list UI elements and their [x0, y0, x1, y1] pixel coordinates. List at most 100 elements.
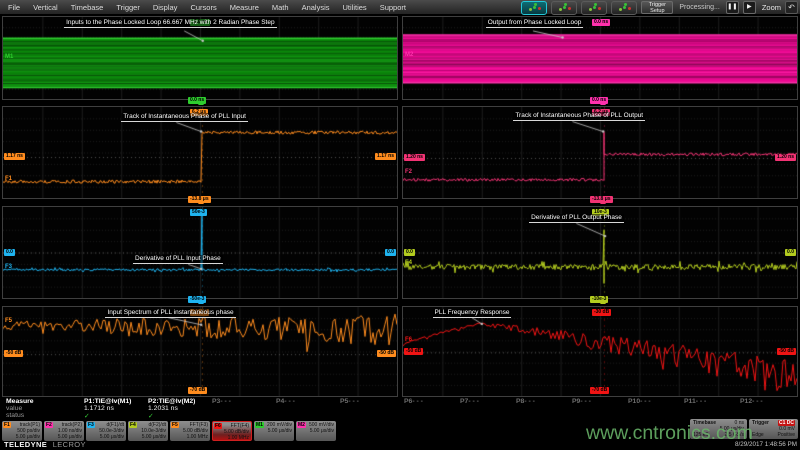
- measure-status-p3: [206, 412, 270, 419]
- measure-col-p9[interactable]: P9- - -: [566, 398, 622, 405]
- measure-col-p5[interactable]: P5- - -: [334, 398, 398, 405]
- waveform-pll-input-signal: [3, 17, 397, 99]
- scope-tools-button-4[interactable]: [611, 1, 637, 15]
- descriptor-hscale-f6: 1.00 MHz: [215, 435, 249, 441]
- scope-tools-button-2[interactable]: [551, 1, 577, 15]
- annotation-pll-input-phase-track: Track of Instantaneous Phase of PLL Inpu…: [121, 113, 248, 122]
- measure-value-p8: [510, 405, 566, 412]
- dots-icon: [533, 6, 536, 9]
- menu-item-support[interactable]: Support: [380, 3, 406, 12]
- descriptor-box-m1[interactable]: M1200 mV/div5.00 μs/div: [254, 421, 294, 441]
- measure-col-p3[interactable]: P3- - -: [206, 398, 270, 405]
- brand-logo: TELEDYNE LECROY: [4, 440, 86, 449]
- measure-status-p2: ✓: [142, 412, 206, 419]
- dots-icon: [623, 6, 626, 9]
- measure-status-p12: [734, 412, 790, 419]
- trace-label-m1: M1: [5, 54, 13, 60]
- processing-status: Processing...: [679, 4, 719, 11]
- annotation-pll-frequency-response: PLL Frequency Response: [433, 309, 512, 318]
- trigger-summary-box[interactable]: Trigger C1 DC 0.0 mV Edge Positive: [749, 419, 798, 439]
- cursor-readout-left: -50 dB: [404, 348, 423, 355]
- cursor-readout-left: 1.20 ns: [404, 154, 425, 161]
- measure-col-p4[interactable]: P4- - -: [270, 398, 334, 405]
- descriptor-hscale-f3: 5.00 μs/div: [88, 434, 124, 440]
- measure-status-p8: [510, 412, 566, 419]
- descriptor-box-f1[interactable]: F1track(P1)500 ps/div5.00 μs/div: [2, 421, 42, 441]
- scope-tools-button-3[interactable]: [581, 1, 607, 15]
- pause-button[interactable]: ❚❚: [726, 1, 739, 14]
- zoom-label: Zoom: [762, 3, 781, 12]
- undo-zoom-button[interactable]: ↶: [785, 1, 798, 14]
- brand-lecroy: LECROY: [53, 440, 86, 449]
- panel-pll-frequency-response[interactable]: PLL Frequency Response-30 dB-70 dB-50 dB…: [402, 306, 798, 397]
- cursor-readout-right: -50 dB: [777, 348, 796, 355]
- menu-item-display[interactable]: Display: [153, 3, 178, 12]
- measure-col-p11[interactable]: P11- - -: [678, 398, 734, 405]
- panel-pll-output-phase-derivative[interactable]: Derivative of PLL Output Phase10e-3-10e-…: [402, 206, 798, 299]
- trigger-position-icon: [198, 200, 204, 204]
- measure-value-p5: [334, 405, 398, 412]
- measure-title[interactable]: Measure: [0, 398, 78, 405]
- measure-col-p12[interactable]: P12- - -: [734, 398, 790, 405]
- measure-status-p5: [334, 412, 398, 419]
- cursor-readout-bottom: -70 dB: [188, 387, 207, 394]
- measure-col-p2[interactable]: P2:TIE@lv(M2): [142, 398, 206, 405]
- menu-item-timebase[interactable]: Timebase: [71, 3, 104, 12]
- trigger-setup-button[interactable]: Trigger Setup: [641, 1, 673, 14]
- measure-value-p11: [678, 405, 734, 412]
- menu-item-file[interactable]: File: [8, 3, 20, 12]
- menu-item-vertical[interactable]: Vertical: [33, 3, 58, 12]
- trigger-position-icon: [600, 300, 606, 304]
- measure-status-p9: [566, 412, 622, 419]
- measure-col-p6[interactable]: P6- - -: [398, 398, 454, 405]
- measure-value-p4: [270, 405, 334, 412]
- cursor-readout-top: 50e-3: [190, 209, 207, 216]
- menu-item-analysis[interactable]: Analysis: [302, 3, 330, 12]
- panel-pll-input-phase-spectrum[interactable]: Input Spectrum of PLL instantaneous phas…: [2, 306, 398, 397]
- measure-col-p8[interactable]: P8- - -: [510, 398, 566, 405]
- panel-pll-output-signal[interactable]: Output from Phase Locked Loop0.0 ns0.0 n…: [402, 16, 798, 100]
- trace-label-f3: F3: [5, 264, 12, 270]
- menu-item-trigger[interactable]: Trigger: [116, 3, 139, 12]
- descriptor-tab-f3: F3: [87, 422, 95, 428]
- menu-item-cursors[interactable]: Cursors: [190, 3, 216, 12]
- descriptor-box-m2[interactable]: M2500 mV/div5.00 μs/div: [296, 421, 336, 441]
- annotation-pll-output-phase-track: Track of Instantaneous Phase of PLL Outp…: [513, 112, 645, 121]
- cursor-readout-left: -50 dB: [4, 350, 23, 357]
- annotation-pll-output-phase-derivative: Derivative of PLL Output Phase: [529, 214, 624, 223]
- cursor-readout-right: 0.0: [785, 249, 796, 256]
- scope-tools-button-1[interactable]: [521, 1, 547, 15]
- panel-pll-output-phase-track[interactable]: Track of Instantaneous Phase of PLL Outp…: [402, 106, 798, 199]
- descriptor-tab-f5: F5: [171, 422, 179, 428]
- annotation-pll-input-signal: Inputs to the Phase Locked Loop 66.667 M…: [64, 19, 277, 28]
- play-button[interactable]: ▶: [743, 1, 756, 14]
- menu-item-math[interactable]: Math: [272, 3, 289, 12]
- measure-status-p6: [398, 412, 454, 419]
- measure-value-p6: [398, 405, 454, 412]
- descriptor-boxes: F1track(P1)500 ps/div5.00 μs/divF2track(…: [2, 421, 336, 441]
- trace-label-f4: F4: [405, 260, 412, 266]
- descriptor-hscale-m1: 5.00 μs/div: [256, 428, 292, 434]
- descriptor-box-f5[interactable]: F5FFT(F3)5.00 dB/div1.00 MHz: [170, 421, 210, 441]
- descriptor-box-f4[interactable]: F4d(F2)/dt10.0e-3/div5.00 μs/div: [128, 421, 168, 441]
- descriptor-hscale-m2: 5.00 μs/div: [298, 428, 334, 434]
- measure-col-p10[interactable]: P10- - -: [622, 398, 678, 405]
- panel-pll-input-phase-derivative[interactable]: Derivative of PLL Input Phase50e-3-50e-3…: [2, 206, 398, 299]
- trigger-position-icon: [600, 101, 606, 105]
- descriptor-tab-f6: F6: [214, 423, 222, 429]
- panel-pll-input-phase-track[interactable]: Track of Instantaneous Phase of PLL Inpu…: [2, 106, 398, 199]
- descriptor-tab-f1: F1: [3, 422, 11, 428]
- menu-item-utilities[interactable]: Utilities: [343, 3, 367, 12]
- descriptor-box-f3[interactable]: F3d(F1)/dt50.0e-3/div5.00 μs/div: [86, 421, 126, 441]
- measure-value-p1: 1.1712 ns: [78, 405, 142, 412]
- cursor-readout-right: -50 dB: [377, 350, 396, 357]
- measure-value-p9: [566, 405, 622, 412]
- trigger-position-icon: [600, 200, 606, 204]
- measure-col-p7[interactable]: P7- - -: [454, 398, 510, 405]
- menu-item-measure[interactable]: Measure: [230, 3, 259, 12]
- descriptor-box-f2[interactable]: F2track(P2)1.00 ns/div5.00 μs/div: [44, 421, 84, 441]
- panel-pll-input-signal[interactable]: Inputs to the Phase Locked Loop 66.667 M…: [2, 16, 398, 100]
- annotation-pll-output-signal: Output from Phase Locked Loop: [486, 19, 584, 28]
- measure-col-p1[interactable]: P1:TIE@lv(M1): [78, 398, 142, 405]
- descriptor-box-f6[interactable]: F6FFT(F4)5.00 dB/div1.00 MHz: [212, 421, 252, 441]
